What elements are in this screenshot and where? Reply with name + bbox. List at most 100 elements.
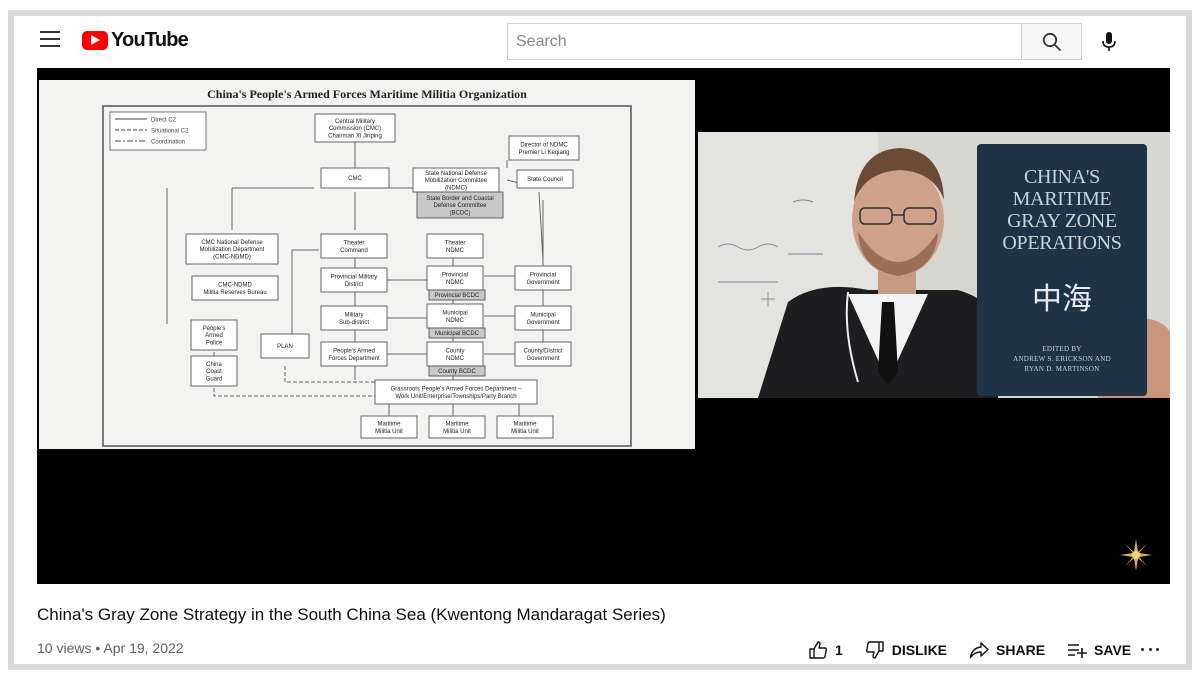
org-box-ccg: ChinaCoastGuard <box>190 355 238 387</box>
thumbs-up-icon <box>809 641 828 659</box>
legend-label: Situational C2 <box>151 129 189 135</box>
svg-text:People's: People's <box>203 326 226 332</box>
upload-date: Apr 19, 2022 <box>103 640 184 656</box>
channel-watermark-icon[interactable] <box>1119 538 1153 572</box>
svg-text:Guard: Guard <box>206 376 223 382</box>
svg-text:Chairman Xi Jinping: Chairman Xi Jinping <box>328 133 382 139</box>
svg-text:Mobilization Committee: Mobilization Committee <box>425 178 488 184</box>
logo-text: YouTube <box>111 28 189 51</box>
org-box-theater_cmd: TheaterCommand <box>320 233 388 259</box>
share-button[interactable]: SHARE <box>969 641 1045 659</box>
svg-text:District: District <box>345 282 364 288</box>
svg-text:Provincial: Provincial <box>442 273 468 279</box>
play-logo-icon <box>82 30 108 50</box>
svg-text:State Council: State Council <box>527 177 563 183</box>
svg-text:Provincial: Provincial <box>530 273 556 279</box>
org-box-pafd: People's ArmedForces Department <box>320 341 388 367</box>
svg-text:NDMC: NDMC <box>446 280 465 286</box>
svg-text:State National Defense: State National Defense <box>425 171 487 177</box>
org-box-bcdc: State Border and CoastalDefense Committe… <box>416 191 504 219</box>
org-box-state_council: State Council <box>516 169 574 189</box>
mic-button[interactable] <box>1098 30 1120 54</box>
org-box-prov_bcdc: Provincial BCDC <box>428 289 486 301</box>
svg-text:Central Military: Central Military <box>335 119 375 125</box>
svg-text:Government: Government <box>526 356 559 362</box>
org-box-county_bcdc: County BCDC <box>428 365 486 377</box>
svg-text:PLAN: PLAN <box>277 344 293 350</box>
org-box-pap: People'sArmedPolice <box>190 319 238 351</box>
search-input[interactable] <box>508 24 1022 59</box>
org-box-mun_bcdc: Municipal BCDC <box>428 327 486 339</box>
meta-separator: • <box>95 640 101 656</box>
presentation-slide: China's People's Armed Forces Maritime M… <box>39 80 695 449</box>
save-button[interactable]: SAVE <box>1067 642 1131 658</box>
svg-text:Sub-district: Sub-district <box>339 320 369 326</box>
svg-text:Armed: Armed <box>205 333 223 339</box>
org-box-unit2: MaritimeMilitia Unit <box>428 415 486 439</box>
org-box-militia_bureau: CMC-NDMDMilitia Reserves Bureau <box>191 275 279 301</box>
org-chart: Direct C2 Situational C2 Coordination Centr… <box>102 105 632 447</box>
org-box-sndmc: State National DefenseMobilization Commi… <box>412 167 500 193</box>
svg-text:Maritime: Maritime <box>377 422 401 428</box>
svg-text:Militia Unit: Militia Unit <box>511 429 539 435</box>
search-button[interactable] <box>1021 23 1082 60</box>
svg-text:NDMC: NDMC <box>446 318 465 324</box>
dislike-button[interactable]: DISLIKE <box>865 640 947 660</box>
svg-text:Grassroots People's Armed Forc: Grassroots People's Armed Forces Departm… <box>391 387 523 393</box>
svg-text:Theater: Theater <box>445 241 466 247</box>
org-box-unit1: MaritimeMilitia Unit <box>360 415 418 439</box>
legend-label: Direct C2 <box>151 118 177 124</box>
share-label: SHARE <box>996 642 1046 658</box>
svg-text:(CMC-NDMD): (CMC-NDMD) <box>213 254 251 260</box>
svg-text:NDMC: NDMC <box>446 248 465 254</box>
svg-text:County BCDC: County BCDC <box>438 369 476 375</box>
svg-text:Commission (CMC): Commission (CMC) <box>329 126 381 132</box>
book-chinese-title: 中海 <box>1032 283 1092 316</box>
org-box-cmc_top: Central MilitaryCommission (CMC)Chairman… <box>314 113 396 143</box>
org-box-cmc: CMC <box>320 167 390 189</box>
org-box-county_ndmc: CountyNDMC <box>426 341 484 367</box>
mic-icon <box>1102 32 1116 51</box>
svg-text:Municipal: Municipal <box>530 313 555 319</box>
like-count: 1 <box>835 642 843 658</box>
more-actions-icon[interactable] <box>1141 648 1159 654</box>
youtube-logo[interactable]: YouTube <box>82 28 189 52</box>
video-player[interactable]: China's People's Armed Forces Maritime M… <box>37 68 1170 584</box>
like-button[interactable]: 1 <box>808 640 843 660</box>
svg-text:Coast: Coast <box>206 369 222 375</box>
org-box-ndmc_director: Director of NDMCPremier Li Keqiang <box>508 135 580 161</box>
org-box-prov_gov: ProvincialGovernment <box>514 265 572 291</box>
svg-text:Militia Reserves Bureau: Militia Reserves Bureau <box>203 290 266 296</box>
svg-text:Municipal BCDC: Municipal BCDC <box>435 331 480 337</box>
save-label: SAVE <box>1094 642 1132 658</box>
top-bar: YouTube <box>18 14 1178 66</box>
svg-text:Theater: Theater <box>344 241 365 247</box>
book-editors: EDITED BY ANDREW S. ERICKSON AND RYAN D.… <box>1013 345 1111 373</box>
share-icon <box>969 642 989 659</box>
org-box-mun_gov: MunicipalGovernment <box>514 305 572 331</box>
svg-text:Militia Unit: Militia Unit <box>375 429 403 435</box>
svg-text:Command: Command <box>340 248 368 254</box>
org-box-prov_ndmc: ProvincialNDMC <box>426 265 484 291</box>
view-count: 10 views <box>37 640 92 656</box>
svg-text:State Border and Coastal: State Border and Coastal <box>426 196 493 202</box>
svg-text:Government: Government <box>526 320 559 326</box>
svg-text:Provincial BCDC: Provincial BCDC <box>435 293 480 299</box>
svg-text:Government: Government <box>526 280 559 286</box>
playlist-add-icon <box>1068 644 1088 658</box>
svg-text:(NDMC): (NDMC) <box>445 185 467 191</box>
action-bar: 1 DISLIKE SHARE SAVE <box>808 638 1153 662</box>
search-icon <box>1042 32 1061 51</box>
menu-icon[interactable] <box>40 31 60 47</box>
org-box-ndmd: CMC National DefenseMobilization Departm… <box>185 233 279 265</box>
svg-text:Municipal: Municipal <box>442 311 467 317</box>
svg-text:Forces Department: Forces Department <box>328 356 380 362</box>
book-cover: CHINA'S MARITIME GRAY ZONE OPERATIONS 中海… <box>977 144 1147 396</box>
thumbs-down-icon <box>865 641 884 659</box>
org-box-unit3: MaritimeMilitia Unit <box>496 415 554 439</box>
book-title: CHINA'S MARITIME GRAY ZONE OPERATIONS <box>1002 166 1122 254</box>
svg-text:Work Unit/Enterprise/Townships: Work Unit/Enterprise/Townships/Party Bra… <box>395 394 516 400</box>
org-box-county_gov: County/DistrictGovernment <box>514 341 572 367</box>
svg-text:County/District: County/District <box>523 349 562 355</box>
svg-text:CMC National Defense: CMC National Defense <box>201 240 263 246</box>
